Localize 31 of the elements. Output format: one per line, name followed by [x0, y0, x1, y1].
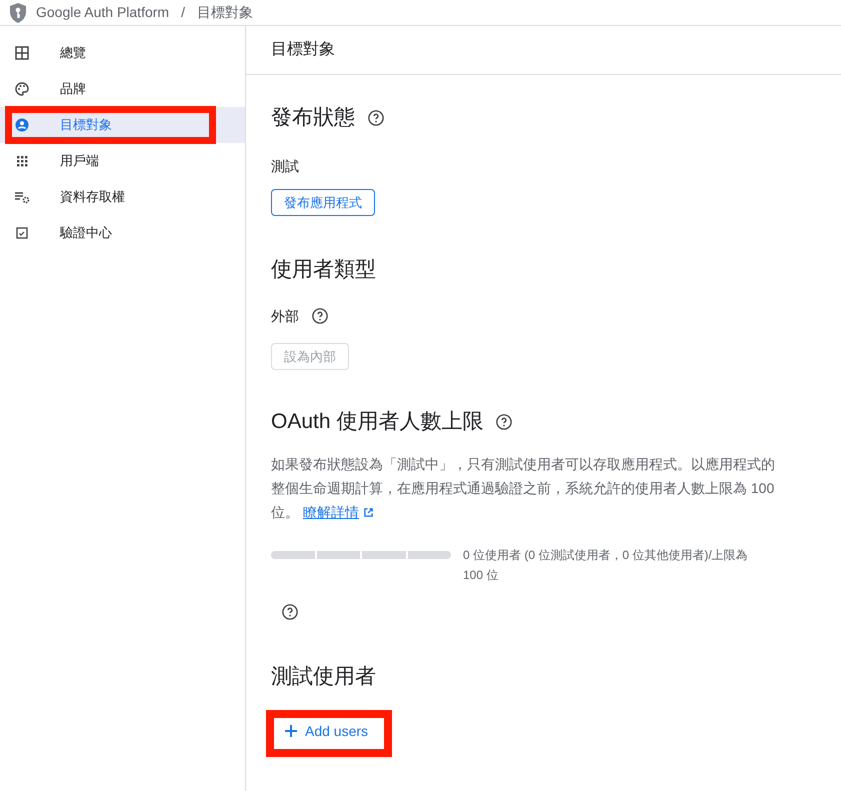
breadcrumb-page: 目標對象 [196, 3, 253, 22]
dashboard-icon [14, 45, 30, 61]
publish-app-button[interactable]: 發布應用程式 [271, 188, 375, 216]
learn-more-link[interactable]: 瞭解詳情 [302, 504, 374, 520]
sidebar-item[interactable]: 資料存取權 [0, 179, 245, 215]
status-label: 測試 [271, 156, 300, 176]
help-icon[interactable] [367, 108, 385, 127]
person-icon [14, 117, 30, 133]
help-icon[interactable] [311, 307, 329, 325]
section-heading: 測試使用者 [271, 664, 377, 690]
product-name[interactable]: Google Auth Platform [36, 2, 170, 23]
checkbox-icon [14, 225, 30, 241]
page-title: 目標對象 [271, 40, 335, 60]
help-icon[interactable] [495, 412, 514, 431]
external-link-icon [362, 506, 374, 518]
oauth-cap-description: 如果發布狀態設為「測試中」，只有測試使用者可以存取應用程式。以應用程式的整個生命週期計算，在應用程式通過驗證之前，系統允許的使用者人數上限為 100 位。 瞭解詳情 [271, 454, 776, 522]
section-heading: OAuth 使用者人數上限 [271, 409, 484, 435]
user-type-label: 外部 [271, 306, 299, 326]
sidebar-item[interactable]: 品牌 [0, 71, 245, 107]
sidebar-item[interactable]: 驗證中心 [0, 215, 245, 251]
usage-reading: 0 位使用者 (0 位測試使用者，0 位其他使用者)/上限為 100 位 [463, 546, 749, 584]
sidebar-item[interactable]: 用戶端 [0, 143, 245, 179]
section-heading: 發布狀態 [271, 105, 355, 131]
palette-icon [14, 81, 30, 97]
sidebar-item[interactable]: 總覽 [0, 35, 245, 71]
grid-icon [14, 153, 30, 169]
plus-icon [285, 725, 297, 737]
section-heading: 使用者類型 [271, 257, 377, 283]
sidebar-item[interactable]: 目標對象 [0, 107, 245, 143]
breadcrumb-separator: / [180, 3, 186, 22]
help-icon[interactable] [281, 603, 299, 622]
